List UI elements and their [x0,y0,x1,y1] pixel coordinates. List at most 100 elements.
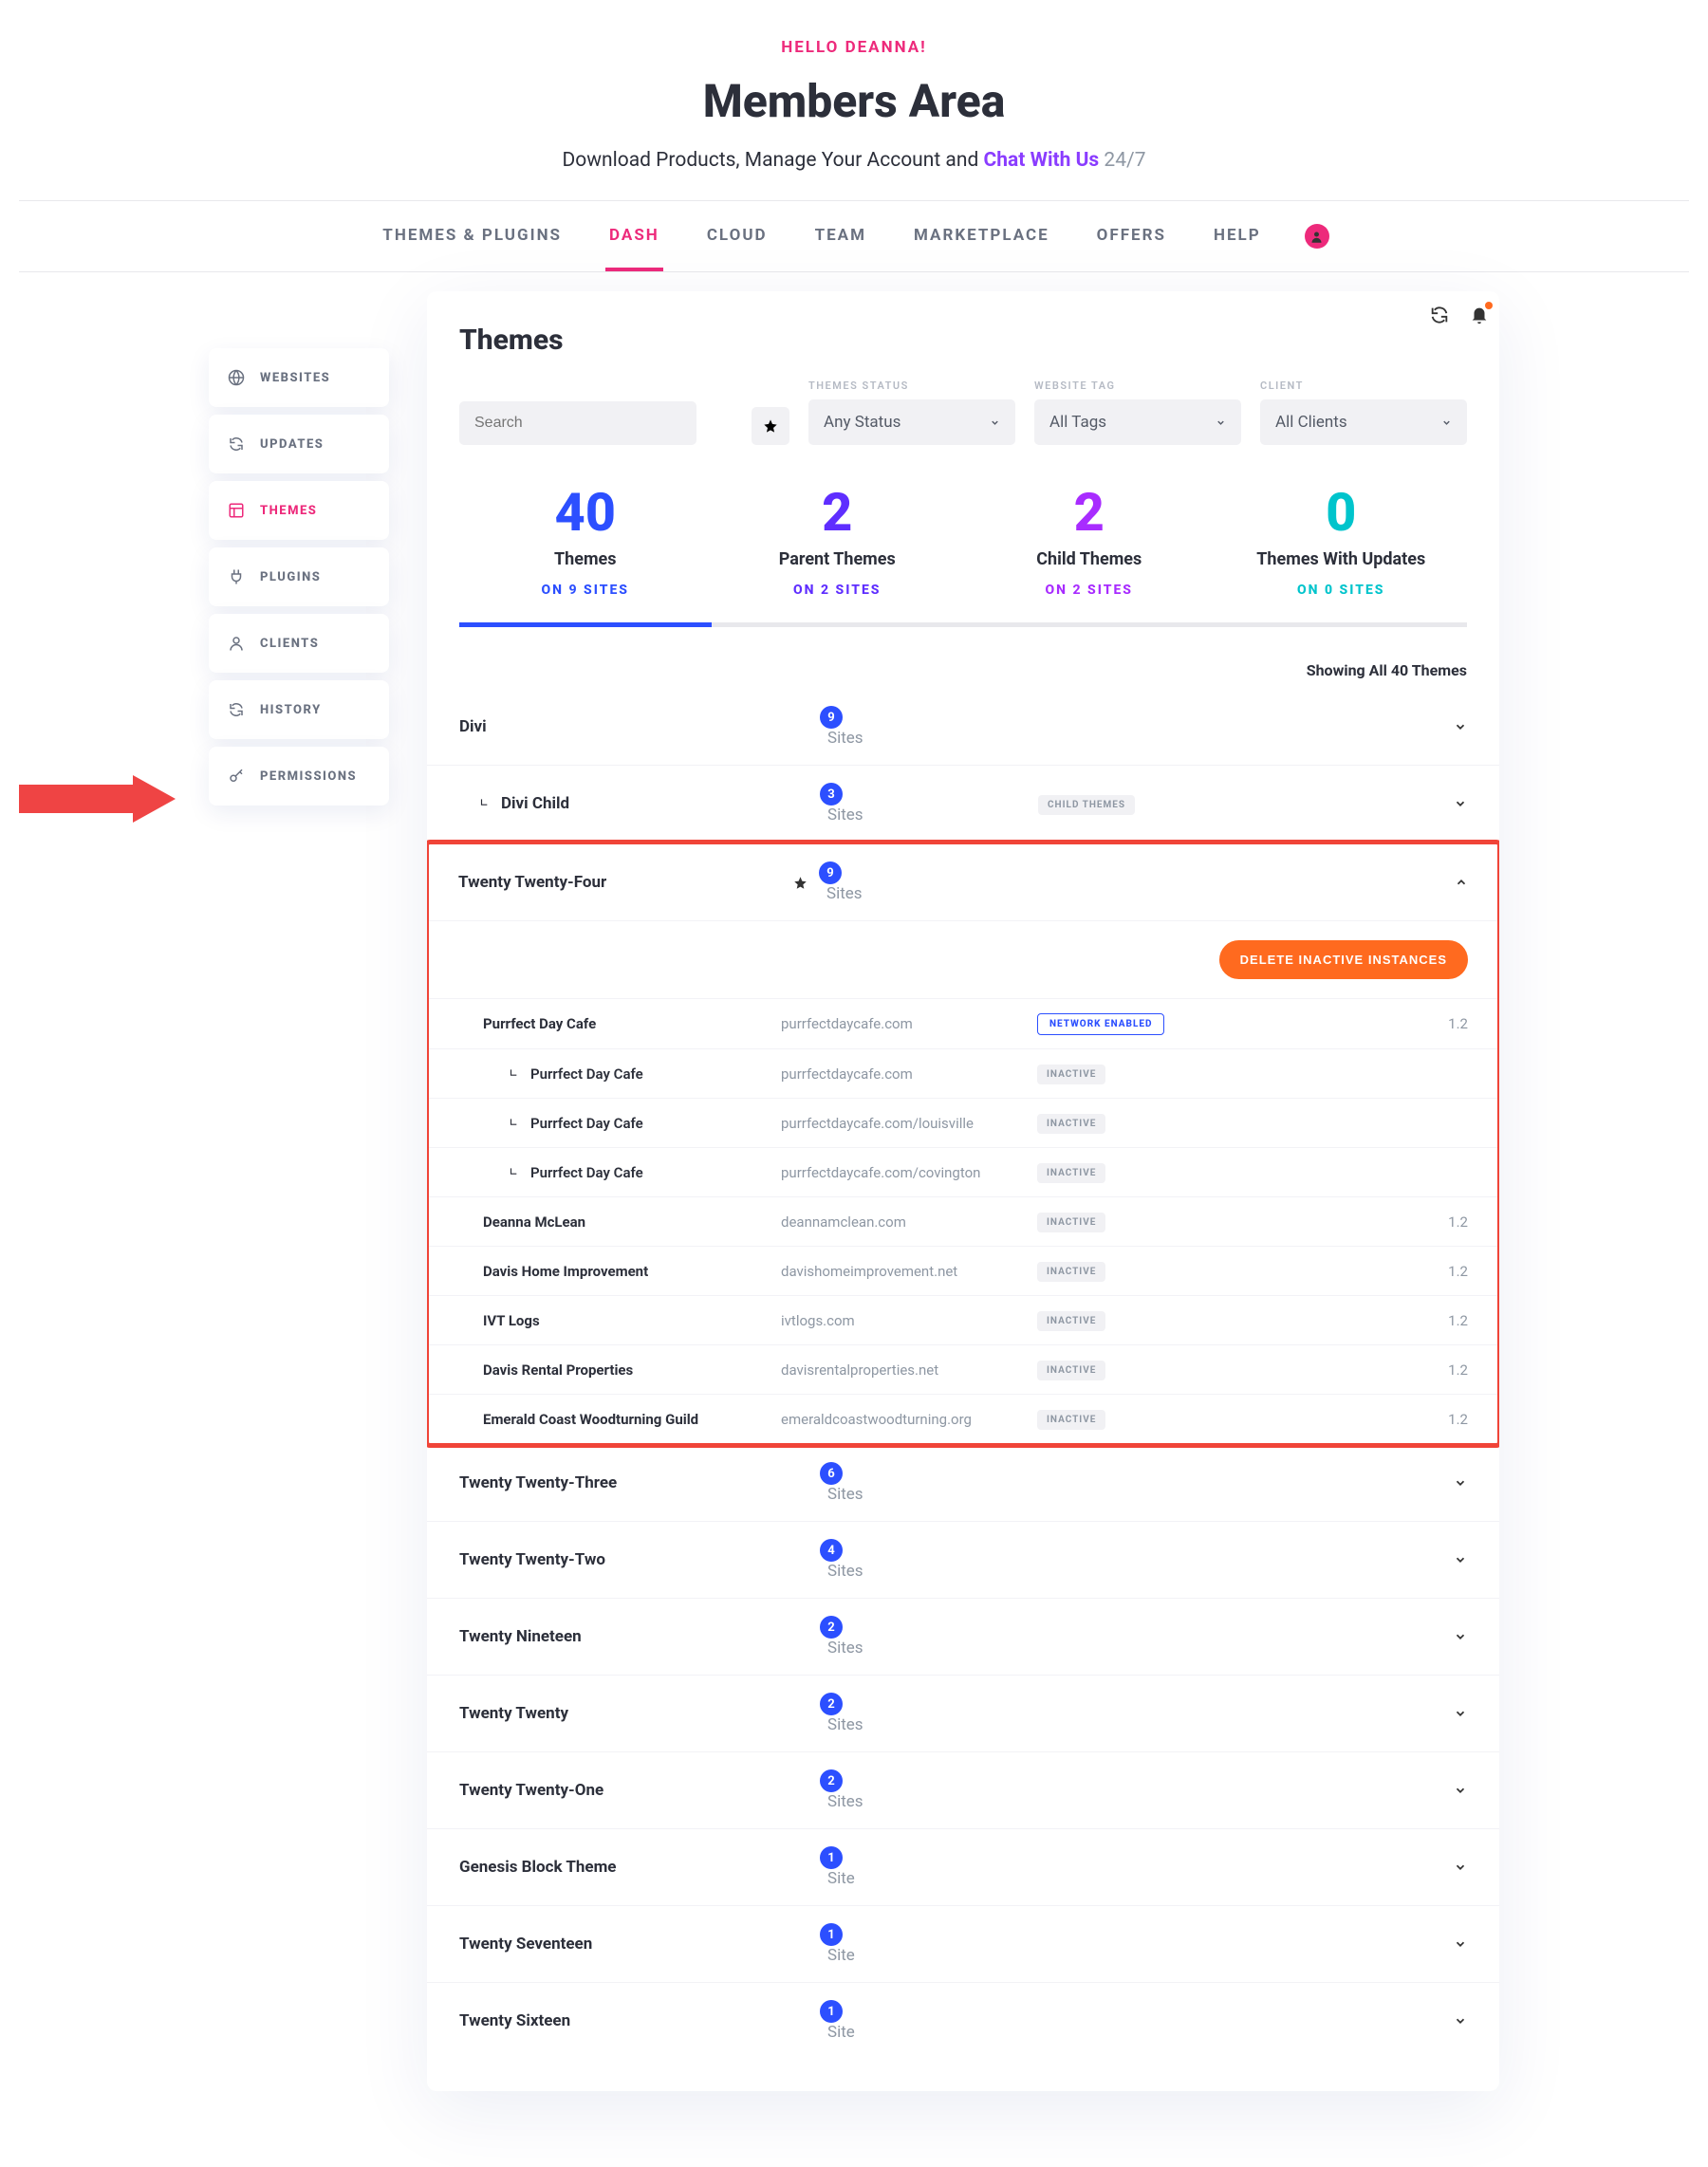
sidebar-item-label: UPDATES [260,437,324,452]
key-icon [228,768,245,785]
instance-url: emeraldcoastwoodturning.org [781,1411,1037,1428]
sidebar-item-label: PLUGINS [260,570,321,584]
instance-version: 1.2 [1392,1361,1468,1379]
theme-row[interactable]: Divi Child3SitesCHILD THEMES [427,766,1499,843]
sidebar: WEBSITES UPDATES THEMES PLUGINS CLIENTS HISTO… [209,348,389,806]
instance-name: Purrfect Day Cafe [458,1065,781,1083]
theme-row[interactable]: Twenty Twenty-Three6Sites [427,1445,1499,1522]
chevron-down-icon[interactable] [1454,1937,1467,1951]
nav-team[interactable]: TEAM [811,201,870,271]
globe-icon [228,369,245,386]
theme-row-expanded[interactable]: Twenty Twenty-Four 9Sites [429,844,1497,921]
sidebar-item-label: HISTORY [260,703,322,717]
chevron-down-icon[interactable] [1454,1861,1467,1874]
chevron-down-icon[interactable] [1454,720,1467,733]
sidebar-item-themes[interactable]: THEMES [209,481,389,540]
sidebar-item-websites[interactable]: WEBSITES [209,348,389,407]
bell-icon[interactable] [1469,305,1490,325]
stat-themes-with-updates[interactable]: 0Themes With UpdatesON 0 SITES [1216,477,1468,622]
chevron-down-icon[interactable] [1454,1707,1467,1720]
sidebar-item-history[interactable]: HISTORY [209,680,389,739]
theme-row[interactable]: Genesis Block Theme1Site [427,1829,1499,1906]
chevron-down-icon[interactable] [1454,1476,1467,1490]
instance-name: Purrfect Day Cafe [458,1164,781,1181]
site-count-badge: 1 [820,1846,843,1869]
nav-help[interactable]: HELP [1210,201,1265,271]
nav-dash[interactable]: DASH [605,201,663,271]
delete-inactive-button[interactable]: DELETE INACTIVE INSTANCES [1219,940,1468,979]
instance-version: 1.2 [1392,1015,1468,1032]
favorites-filter[interactable] [752,407,789,445]
chevron-down-icon[interactable] [1454,1553,1467,1566]
chevron-up-icon[interactable] [1455,876,1468,889]
nav-marketplace[interactable]: MARKETPLACE [910,201,1053,271]
status-badge-inactive: INACTIVE [1037,1410,1105,1430]
refresh-icon [228,701,245,718]
page-heading: Members Area [19,74,1689,128]
instance-row[interactable]: Emerald Coast Woodturning Guildemeraldco… [429,1395,1497,1443]
theme-name: Twenty Twenty-Two [459,1550,782,1569]
client-filter[interactable]: All Clients [1260,399,1467,445]
status-filter[interactable]: Any Status [808,399,1015,445]
instance-row[interactable]: Purrfect Day Cafepurrfectdaycafe.com/lou… [429,1099,1497,1148]
site-count-badge: 1 [820,2000,843,2023]
child-arrow-icon [508,1117,521,1130]
child-arrow-icon [508,1067,521,1081]
chevron-down-icon[interactable] [1454,797,1467,810]
status-badge-network: NETWORK ENABLED [1037,1013,1164,1035]
stat-number: 2 [963,481,1216,544]
child-arrow-icon [478,797,492,810]
instance-name: Emerald Coast Woodturning Guild [458,1411,781,1428]
showing-count: Showing All 40 Themes [427,627,1499,689]
person-icon [228,635,245,652]
sidebar-item-plugins[interactable]: PLUGINS [209,547,389,606]
chevron-down-icon[interactable] [1454,1784,1467,1797]
theme-row[interactable]: Twenty Twenty-One2Sites [427,1752,1499,1829]
instance-url: deannamclean.com [781,1213,1037,1231]
instance-url: purrfectdaycafe.com/covington [781,1164,1037,1181]
stat-label: Themes [459,549,712,569]
instance-row[interactable]: Purrfect Day Cafepurrfectdaycafe.com/cov… [429,1148,1497,1197]
site-count-badge: 3 [820,783,843,806]
theme-row[interactable]: Twenty Twenty-Two4Sites [427,1522,1499,1599]
favorite-toggle[interactable] [781,876,819,890]
status-badge-inactive: INACTIVE [1037,1163,1105,1183]
theme-row[interactable]: Twenty Nineteen2Sites [427,1599,1499,1676]
theme-name: Twenty Seventeen [459,1935,782,1954]
chevron-down-icon[interactable] [1454,1630,1467,1643]
theme-row[interactable]: Divi9Sites [427,689,1499,766]
stat-label: Child Themes [963,549,1216,569]
nav-offers[interactable]: OFFERS [1093,201,1170,271]
nav-cloud[interactable]: CLOUD [703,201,771,271]
sidebar-item-label: CLIENTS [260,637,319,651]
instance-row[interactable]: Purrfect Day Cafepurrfectdaycafe.comINAC… [429,1049,1497,1099]
stat-child-themes[interactable]: 2Child ThemesON 2 SITES [963,477,1216,622]
child-arrow-icon [508,1166,521,1179]
instance-row[interactable]: IVT Logsivtlogs.comINACTIVE1.2 [429,1296,1497,1345]
user-avatar[interactable] [1305,224,1329,249]
sidebar-item-label: PERMISSIONS [260,769,357,784]
tag-filter[interactable]: All Tags [1034,399,1241,445]
search-input[interactable] [459,401,696,445]
refresh-icon[interactable] [1429,305,1450,325]
instance-row[interactable]: Deanna McLeandeannamclean.comINACTIVE1.2 [429,1197,1497,1247]
stat-themes[interactable]: 40ThemesON 9 SITES [459,477,712,622]
status-badge-inactive: INACTIVE [1037,1114,1105,1134]
theme-row[interactable]: Twenty Seventeen1Site [427,1906,1499,1983]
pointer-arrow-icon [19,775,176,823]
instance-row[interactable]: Davis Rental Propertiesdavisrentalproper… [429,1345,1497,1395]
stat-parent-themes[interactable]: 2Parent ThemesON 2 SITES [712,477,964,622]
sidebar-item-clients[interactable]: CLIENTS [209,614,389,673]
chevron-down-icon[interactable] [1454,2014,1467,2028]
status-badge-inactive: INACTIVE [1037,1361,1105,1380]
section-title: Themes [427,324,1499,380]
chat-link[interactable]: Chat With Us [984,149,1100,172]
sidebar-item-permissions[interactable]: PERMISSIONS [209,747,389,806]
sidebar-item-updates[interactable]: UPDATES [209,415,389,473]
instance-row[interactable]: Purrfect Day Cafepurrfectdaycafe.comNETW… [429,999,1497,1049]
site-count-badge: 1 [820,1923,843,1946]
theme-row[interactable]: Twenty Sixteen1Site [427,1983,1499,2059]
instance-row[interactable]: Davis Home Improvementdavishomeimproveme… [429,1247,1497,1296]
theme-row[interactable]: Twenty Twenty2Sites [427,1676,1499,1752]
nav-themes-plugins[interactable]: THEMES & PLUGINS [379,201,566,271]
